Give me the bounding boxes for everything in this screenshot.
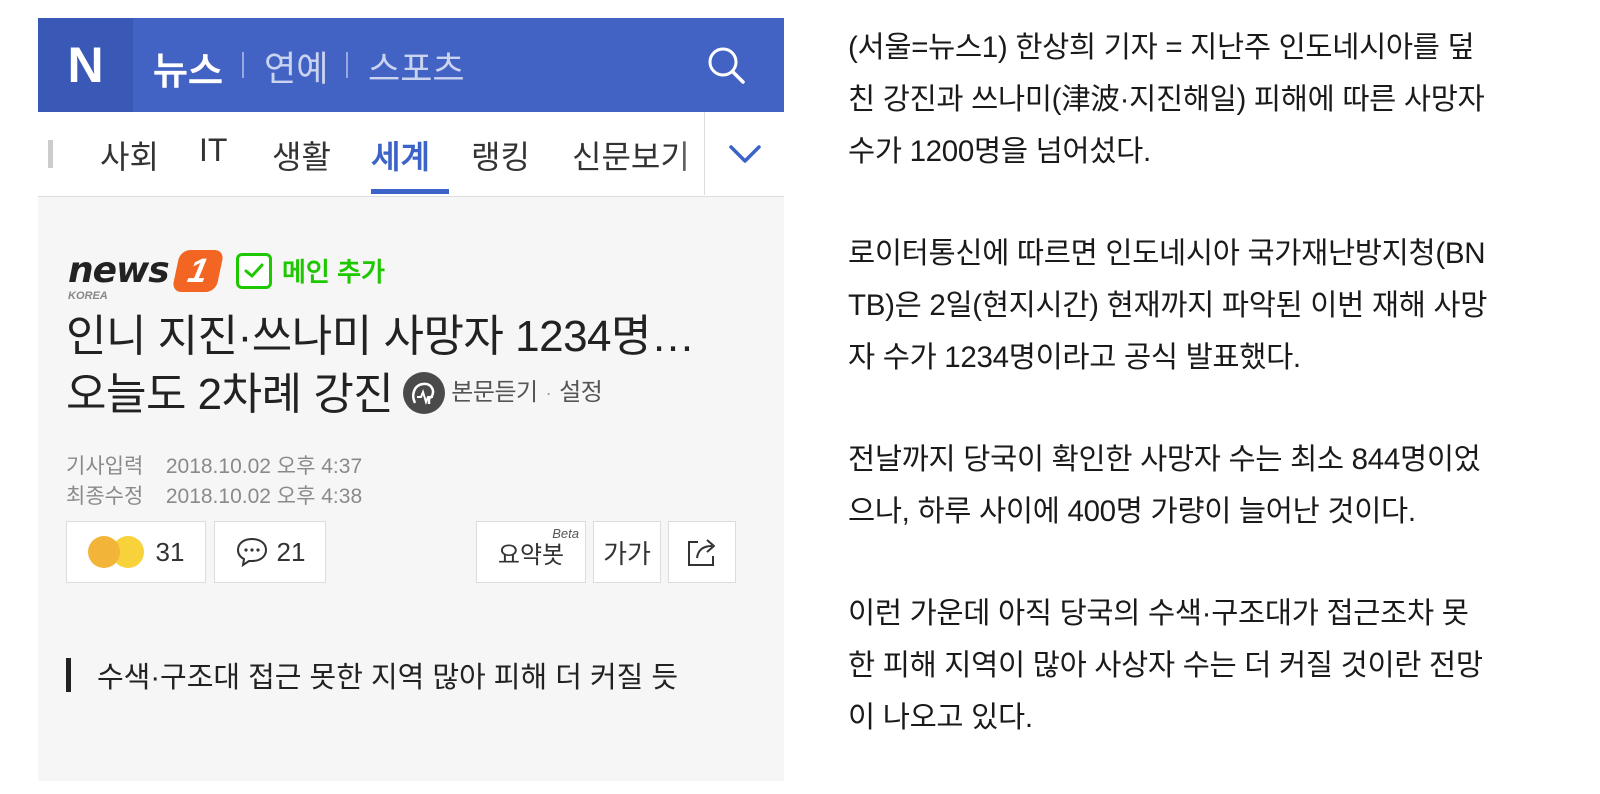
title-line: 인니 지진·쓰나미 사망자 1234명… [66, 312, 695, 361]
comment-icon [236, 537, 267, 568]
separator-dot: · [545, 383, 552, 404]
input-date-row: 기사입력 2018.10.02 오후 4:37 [66, 452, 362, 482]
tab-world[interactable]: 세계 [371, 132, 430, 178]
body-line: 로이터통신에 따르면 인도네시아 국가재난방지청(BN [848, 237, 1486, 270]
modified-date-label: 최종수정 [66, 485, 144, 508]
input-date-label: 기사입력 [66, 455, 144, 478]
article-subheading: 수색·구조대 접근 못한 지역 많아 피해 더 커질 듯 [66, 654, 678, 696]
body-line: 이 나오고 있다. [848, 701, 1033, 734]
press-logo-sub: KOREA [68, 290, 108, 302]
divider [346, 52, 348, 78]
top-link-entertainment[interactable]: 연예 [264, 41, 328, 92]
font-size-button[interactable]: 가가 [593, 521, 661, 583]
tab-life[interactable]: 생활 [272, 132, 331, 178]
active-tab-indicator [371, 189, 449, 194]
divider [242, 52, 244, 78]
body-line: 친 강진과 쓰나미(津波·지진해일) 피해에 따른 사망자 [848, 83, 1485, 116]
font-size-label: 가가 [603, 538, 651, 569]
press-logo[interactable]: news 1 KOREA [68, 250, 225, 306]
summary-bot-button[interactable]: 요약봇 Beta [476, 521, 586, 583]
body-line: 이런 가운데 아직 당국의 수색·구조대가 접근조차 못 [848, 597, 1469, 630]
body-line: 한 피해 지역이 많아 사상자 수는 더 커질 것이란 전망 [848, 649, 1483, 682]
reaction-button[interactable]: 31 [66, 521, 206, 583]
category-nav: 사회 IT 생활 세계 랭킹 신문보기 [38, 112, 785, 197]
listen-icon[interactable] [403, 372, 446, 415]
press-logo-word: news [68, 250, 170, 291]
comment-count: 21 [276, 536, 306, 567]
search-icon[interactable] [706, 45, 746, 85]
top-bar: N 뉴스 연예 스포츠 [38, 18, 784, 112]
expand-nav-button[interactable] [704, 112, 785, 195]
tab-it[interactable]: IT [199, 132, 227, 169]
beta-badge: Beta [552, 526, 579, 541]
body-line: 수가 1200명을 넘어섰다. [848, 135, 1151, 168]
body-paragraph: 로이터통신에 따르면 인도네시아 국가재난방지청(BN TB)은 2일(현지시간… [848, 228, 1548, 384]
listen-settings-link[interactable]: 설정 [559, 364, 603, 422]
article-body: (서울=뉴스1) 한상희 기자 = 지난주 인도네시아를 덮 친 강진과 쓰나미… [848, 22, 1548, 794]
subheading-bar [66, 658, 71, 692]
modified-date-row: 최종수정 2018.10.02 오후 4:38 [66, 482, 362, 512]
body-line: (서울=뉴스1) 한상희 기자 = 지난주 인도네시아를 덮 [848, 31, 1475, 64]
main-add-label: 메인 추가 [282, 257, 385, 287]
share-icon [688, 539, 715, 566]
listen-button[interactable]: 본문듣기 [451, 364, 538, 422]
body-paragraph: 전날까지 당국이 확인한 사망자 수는 최소 844명이었 으나, 하루 사이에… [848, 434, 1548, 538]
scroll-fade-indicator [48, 140, 53, 168]
tab-society[interactable]: 사회 [100, 132, 159, 178]
press-logo-number: 1 [171, 250, 225, 292]
title-line: 오늘도 2차례 강진 [66, 370, 394, 419]
article-dates: 기사입력 2018.10.02 오후 4:37 최종수정 2018.10.02 … [66, 452, 362, 512]
body-line: 으나, 하루 사이에 400명 가량이 늘어난 것이다. [848, 495, 1416, 528]
reaction-count: 31 [155, 536, 185, 567]
tab-newspaper[interactable]: 신문보기 [572, 132, 690, 178]
chevron-down-icon [729, 144, 761, 163]
body-line: 전날까지 당국이 확인한 사망자 수는 최소 844명이었 [848, 443, 1481, 476]
tab-ranking[interactable]: 랭킹 [471, 132, 530, 178]
listen-control: 본문듣기 · 설정 [403, 364, 603, 422]
body-paragraph: 이런 가운데 아직 당국의 수색·구조대가 접근조차 못 한 피해 지역이 많아… [848, 588, 1548, 744]
comment-button[interactable]: 21 [214, 521, 326, 583]
top-link-sports[interactable]: 스포츠 [368, 41, 465, 92]
body-line: TB)은 2일(현지시간) 현재까지 파악된 이번 재해 사망 [848, 289, 1488, 322]
share-button[interactable] [668, 521, 736, 583]
sad-emoji-icon [87, 536, 120, 568]
modified-date-value: 2018.10.02 오후 4:38 [165, 485, 363, 508]
news-section-title[interactable]: 뉴스 [153, 40, 223, 95]
body-line: 자 수가 1234명이라고 공식 발표했다. [848, 341, 1301, 374]
article-title: 인니 지진·쓰나미 사망자 1234명… 오늘도 2차례 강진 본문듣기 · 설정 [66, 308, 695, 426]
main-add-button[interactable]: 메인 추가 [236, 252, 385, 289]
subheading-text: 수색·구조대 접근 못한 지역 많아 피해 더 커질 듯 [97, 662, 679, 694]
news-app-panel: N 뉴스 연예 스포츠 사회 IT 생활 세계 랭킹 신문보기 news 1 K… [38, 18, 785, 781]
naver-logo[interactable]: N [38, 18, 133, 112]
checkbox-icon [236, 252, 272, 289]
input-date-value: 2018.10.02 오후 4:37 [165, 455, 363, 478]
body-paragraph: (서울=뉴스1) 한상희 기자 = 지난주 인도네시아를 덮 친 강진과 쓰나미… [848, 22, 1548, 178]
title-line-2: 오늘도 2차례 강진 본문듣기 · 설정 [66, 366, 695, 426]
